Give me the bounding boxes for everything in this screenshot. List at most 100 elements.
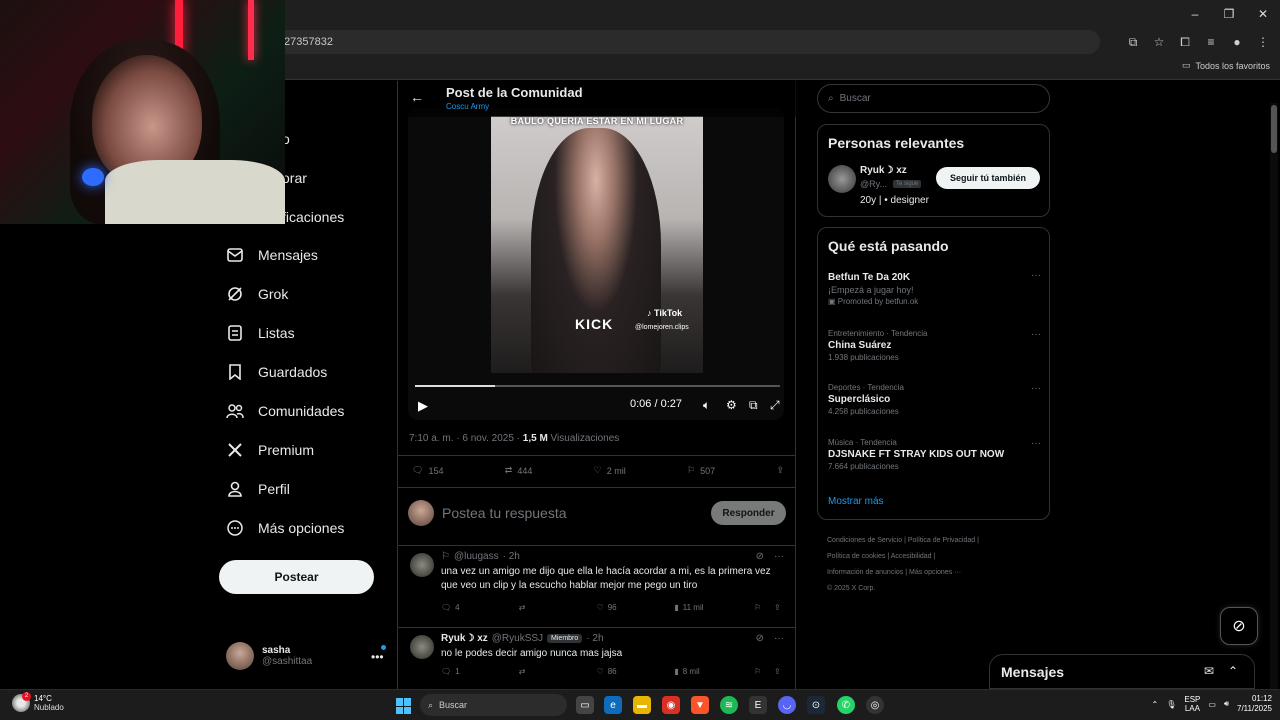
windows-start-icon[interactable] [396, 698, 412, 714]
messages-drawer[interactable]: Mensajes ✉ ⌃ [989, 654, 1255, 689]
person-name[interactable]: Ryuk☽ xz [860, 165, 907, 176]
repost-action[interactable]: ⇄ 444 [505, 465, 533, 476]
sidebar-item-partial-2[interactable]: orar [282, 170, 307, 186]
reply-action[interactable]: 🗨︎ 154 [412, 465, 443, 476]
epic-games-icon[interactable]: E [749, 696, 767, 714]
bookmarks-folder[interactable]: ▭ Todos los favoritos [1182, 60, 1270, 71]
trend-item[interactable]: Betfun Te Da 20K ¡Empezá a jugar hoy! ▣ … [828, 270, 1041, 306]
chevron-up-icon[interactable]: ⌃ [1152, 700, 1159, 709]
play-icon[interactable]: ▶ [418, 398, 428, 414]
reply-item[interactable]: ⚐ @luugass · 2h ⊘ ··· una vez un amigo me… [398, 547, 796, 627]
reply-action[interactable]: 🗨︎ 4 [441, 603, 519, 612]
sidebar-item-comunidades[interactable]: Comunidades [226, 402, 344, 420]
extensions-icon[interactable]: ⧠ [1178, 35, 1192, 50]
repost-action[interactable]: ⇄ [519, 667, 597, 676]
search-input[interactable]: ⌕ Buscar [817, 84, 1050, 113]
share-action[interactable]: ⇪ [774, 667, 786, 676]
expand-icon[interactable]: ⌃ [1228, 664, 1238, 678]
monitor-icon[interactable]: ▭ [1208, 700, 1216, 709]
task-view-icon[interactable]: ▭ [576, 696, 594, 714]
footer-link[interactable]: Condiciones de Servicio [827, 537, 902, 544]
more-icon[interactable]: ··· [1031, 270, 1041, 281]
avatar[interactable] [828, 165, 856, 193]
reply-input[interactable]: Postea tu respuesta [442, 505, 567, 521]
sidebar-item-grok[interactable]: Grok [226, 285, 288, 303]
edge-icon[interactable]: e [604, 696, 622, 714]
sidebar-item-guardados[interactable]: Guardados [226, 363, 327, 381]
reply-name[interactable]: Ryuk☽ xz [441, 633, 488, 644]
weather-widget[interactable]: 2 14°C Nublado [12, 692, 64, 712]
repost-action[interactable]: ⇄ [519, 603, 597, 612]
brave-icon[interactable]: ▼ [691, 696, 709, 714]
share-action[interactable]: ⇪ [776, 465, 784, 476]
taskbar-search[interactable]: ⌕ Buscar [420, 694, 567, 716]
clock[interactable]: 01:12 7/11/2025 [1237, 694, 1272, 714]
trend-item[interactable]: Música · Tendencia DJSNAKE FT STRAY KIDS… [828, 438, 1041, 471]
like-action[interactable]: ♡ 86 [597, 667, 675, 676]
sidebar-item-listas[interactable]: Listas [226, 324, 295, 342]
volume-icon[interactable]: 🔈︎ [703, 398, 710, 413]
like-action[interactable]: ♡ 2 mil [594, 465, 626, 476]
bookmark-action[interactable]: ⚐ 507 [687, 465, 715, 476]
steam-icon[interactable]: ⊙ [807, 696, 825, 714]
page-scrollbar[interactable] [1270, 103, 1278, 689]
volume-icon[interactable]: 🔊︎ [1224, 699, 1229, 709]
account-switcher[interactable]: sasha @sashittaa ••• [226, 642, 386, 670]
trend-item[interactable]: Deportes · Tendencia Superclásico 4.258 … [828, 383, 1041, 416]
views-action[interactable]: ▮ 8 mil [674, 667, 754, 676]
community-link[interactable]: Coscu Army [446, 102, 489, 111]
close-icon[interactable]: ✕ [1246, 0, 1280, 28]
sidebar-item-mas-opciones[interactable]: Más opciones [226, 519, 344, 537]
profile-avatar-icon[interactable]: ● [1230, 35, 1244, 49]
settings-icon[interactable]: ⚙ [726, 398, 737, 412]
media-icon[interactable]: ≡ [1204, 35, 1218, 49]
more-icon[interactable]: ··· [774, 551, 784, 562]
reply-handle[interactable]: @luugass [454, 551, 499, 562]
bookmark-action[interactable]: ⚐ [754, 603, 774, 612]
sidebar-item-perfil[interactable]: Perfil [226, 480, 290, 498]
like-action[interactable]: ♡ 96 [597, 603, 675, 612]
discord-icon[interactable]: ◡ [778, 696, 796, 714]
footer-link[interactable]: Información de anuncios [827, 569, 903, 576]
reply-action[interactable]: 🗨︎ 1 [441, 667, 519, 676]
grok-icon[interactable]: ⊘ [756, 551, 764, 562]
sidebar-item-premium[interactable]: Premium [226, 441, 314, 459]
reply-button[interactable]: Responder [711, 501, 786, 525]
post-button[interactable]: Postear [219, 560, 374, 594]
footer-link[interactable]: Accesibilidad [891, 553, 932, 560]
more-icon[interactable]: ··· [1031, 438, 1041, 449]
minimize-icon[interactable]: – [1178, 0, 1212, 28]
cast-icon[interactable]: ⧉ [1126, 35, 1140, 50]
microphone-icon[interactable]: 🎙︎ [1166, 700, 1176, 709]
show-more-link[interactable]: Mostrar más [828, 496, 884, 507]
footer-link[interactable]: Más opciones ··· [909, 569, 961, 576]
menu-icon[interactable]: ⋮ [1256, 35, 1270, 49]
more-icon[interactable]: ··· [1031, 329, 1041, 340]
follow-back-button[interactable]: Seguir tú también [936, 167, 1040, 189]
bookmark-action[interactable]: ⚐ [754, 667, 774, 676]
video-player[interactable]: BAULO QUERIA ESTAR EN MI LUGAR KICK ♪ Ti… [408, 108, 784, 420]
file-explorer-icon[interactable]: ▬ [633, 696, 651, 714]
whatsapp-icon[interactable]: ✆ [837, 696, 855, 714]
reply-handle[interactable]: @RyukSSJ [492, 633, 543, 644]
address-bar[interactable]: 27357832 [270, 30, 1100, 54]
chrome-icon[interactable]: ◉ [662, 696, 680, 714]
footer-link[interactable]: Política de cookies [827, 553, 885, 560]
fullscreen-icon[interactable]: ⤢ [770, 398, 780, 413]
sidebar-item-mensajes[interactable]: Mensajes [226, 246, 318, 264]
sidebar-item-partial-3[interactable]: ficaciones [282, 209, 344, 225]
back-arrow-icon[interactable]: ← [410, 89, 424, 105]
more-icon[interactable]: ··· [1031, 383, 1041, 394]
restore-icon[interactable]: ❐ [1212, 0, 1246, 28]
grok-icon[interactable]: ⊘ [756, 633, 764, 644]
spotify-icon[interactable]: ≋ [720, 696, 738, 714]
footer-link[interactable]: Política de Privacidad [908, 537, 975, 544]
language-indicator[interactable]: ESP LAA [1184, 695, 1200, 713]
pip-icon[interactable]: ⧉ [749, 398, 758, 413]
new-message-icon[interactable]: ✉ [1204, 664, 1214, 678]
views-action[interactable]: ▮ 11 mil [674, 603, 754, 612]
share-action[interactable]: ⇪ [774, 603, 786, 612]
reply-item[interactable]: Ryuk☽ xz @RyukSSJ Miembro · 2h ⊘ ··· no l… [398, 629, 796, 689]
grok-floating-button[interactable]: ⊘ [1220, 607, 1258, 645]
obs-icon[interactable]: ◎ [866, 696, 884, 714]
